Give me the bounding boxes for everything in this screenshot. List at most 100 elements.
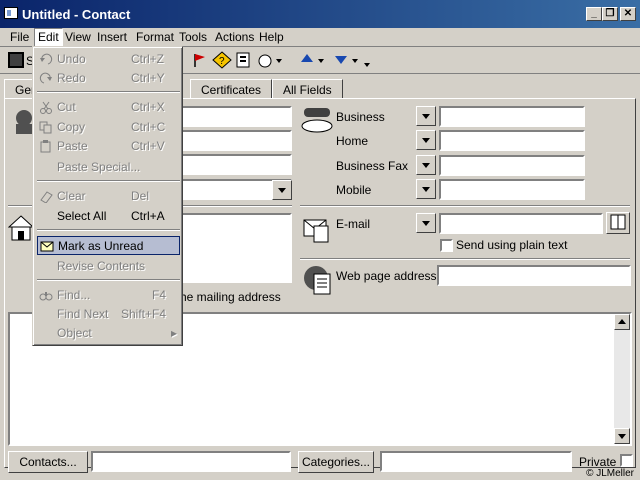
contact-card-icon [4,7,18,19]
web-page-field[interactable] [437,265,631,286]
menu-item-label: Undo [57,52,86,66]
job-title-field[interactable] [180,130,292,151]
phone-label-business: Business [336,110,385,124]
menu-item-label: Find Next [57,307,109,321]
menu-item-label: Find... [57,288,91,302]
new-item-icon[interactable] [234,51,254,69]
scissors-icon [39,101,53,114]
menu-item-label: Mark as Unread [58,239,144,253]
home-phone-field[interactable] [439,130,585,151]
contacts-field[interactable] [91,451,291,472]
business-phone-field[interactable] [439,106,585,127]
plain-text-checkbox[interactable] [440,239,453,252]
menu-item-shortcut: Ctrl+V [131,139,165,153]
eraser-icon [39,190,53,204]
menu-item-redo[interactable]: Redo Ctrl+Y [37,69,180,88]
menu-item-shortcut: Ctrl+C [131,120,166,134]
menu-item-object[interactable]: Object ▸ [37,324,180,343]
menu-item-paste-special[interactable]: Paste Special... [37,158,180,177]
phone-label-home: Home [336,134,369,148]
email-type-dropdown[interactable] [416,213,436,233]
phone-type-dropdown[interactable] [416,106,436,126]
categories-field[interactable] [380,451,572,472]
svg-text:?: ? [219,56,225,67]
menu-help[interactable]: Help [259,30,284,44]
minimize-button[interactable]: _ [586,7,602,21]
attach-icon[interactable] [256,51,282,69]
menu-item-copy[interactable]: Copy Ctrl+C [37,118,180,137]
menu-item-revise-contents[interactable]: Revise Contents [37,257,180,276]
menu-separator [37,180,180,182]
phone-type-dropdown[interactable] [416,155,436,175]
menu-separator [37,279,180,281]
binoculars-icon [39,289,53,302]
menu-bar [0,28,640,47]
menu-item-clear[interactable]: Clear Del [37,187,180,206]
menu-item-undo[interactable]: Undo Ctrl+Z [37,50,180,69]
title-bar: Untitled - Contact _ ❐ ✕ [0,0,640,28]
menu-view[interactable]: View [65,30,91,44]
menu-item-select-all[interactable]: Select All Ctrl+A [37,207,180,226]
menu-item-label: Object [57,326,92,340]
divider [300,205,630,207]
private-checkbox[interactable] [620,454,633,467]
private-label: Private [579,455,617,469]
menu-item-cut[interactable]: Cut Ctrl+X [37,98,180,117]
file-as-dropdown[interactable] [272,180,292,200]
undo-icon [39,53,53,66]
menu-item-find[interactable]: Find... F4 [37,286,180,305]
menu-insert[interactable]: Insert [97,30,127,44]
phone-type-dropdown[interactable] [416,130,436,150]
menu-item-label: Clear [57,189,86,203]
menu-item-shortcut: Del [131,189,150,203]
mobile-phone-field[interactable] [439,179,585,200]
business-fax-field[interactable] [439,155,585,176]
scroll-up-button[interactable] [614,314,630,330]
phone-label-mobile: Mobile [336,183,372,197]
phone-type-dropdown[interactable] [416,179,436,199]
address-book-button[interactable] [606,212,630,234]
menu-item-shortcut: F4 [152,288,167,302]
menu-item-shortcut: Shift+F4 [121,307,167,321]
categories-button[interactable]: Categories... [298,451,374,473]
menu-item-label: Select All [57,209,107,223]
menu-file[interactable]: File [10,30,29,44]
contacts-button[interactable]: Contacts... [8,451,88,473]
copy-icon [39,121,53,134]
full-name-field[interactable] [180,106,292,127]
notes-scrollbar[interactable] [614,314,630,444]
menu-edit[interactable]: Edit [34,28,63,47]
scroll-down-button[interactable] [614,428,630,444]
menu-actions[interactable]: Actions [215,30,254,44]
tab-all-fields[interactable]: All Fields [272,79,343,99]
menu-item-shortcut: Ctrl+Z [131,52,164,66]
close-button[interactable]: ✕ [620,7,636,21]
clipboard-icon [39,140,53,153]
save-icon[interactable] [8,52,24,68]
menu-tools[interactable]: Tools [179,30,207,44]
follow-up-icon[interactable]: ? [212,51,232,69]
submenu-arrow-icon: ▸ [171,326,178,340]
flag-icon[interactable] [190,51,210,69]
menu-item-find-next[interactable]: Find Next Shift+F4 [37,305,180,324]
plain-text-label: Send using plain text [456,238,568,252]
menu-item-paste[interactable]: Paste Ctrl+V [37,137,180,156]
company-field[interactable] [180,154,292,175]
address-field[interactable] [180,213,292,283]
mailing-address-label: he mailing address [180,290,281,304]
restore-button[interactable]: ❐ [602,7,618,21]
menu-separator [37,91,180,93]
menu-item-shortcut: Ctrl+Y [131,71,165,85]
address-book-icon [610,214,626,230]
web-page-label: Web page address: [336,269,440,283]
menu-item-label: Revise Contents [57,259,146,273]
email-field[interactable] [439,213,603,234]
menu-item-label: Paste [57,139,88,153]
tab-certificates[interactable]: Certificates [190,79,273,99]
menu-item-shortcut: Ctrl+X [131,100,165,114]
up-arrow-icon[interactable] [298,51,324,69]
down-arrow-icon[interactable] [332,51,370,69]
menu-format[interactable]: Format [136,30,174,44]
divider [300,258,630,260]
menu-item-mark-as-unread[interactable]: Mark as Unread [37,236,180,255]
